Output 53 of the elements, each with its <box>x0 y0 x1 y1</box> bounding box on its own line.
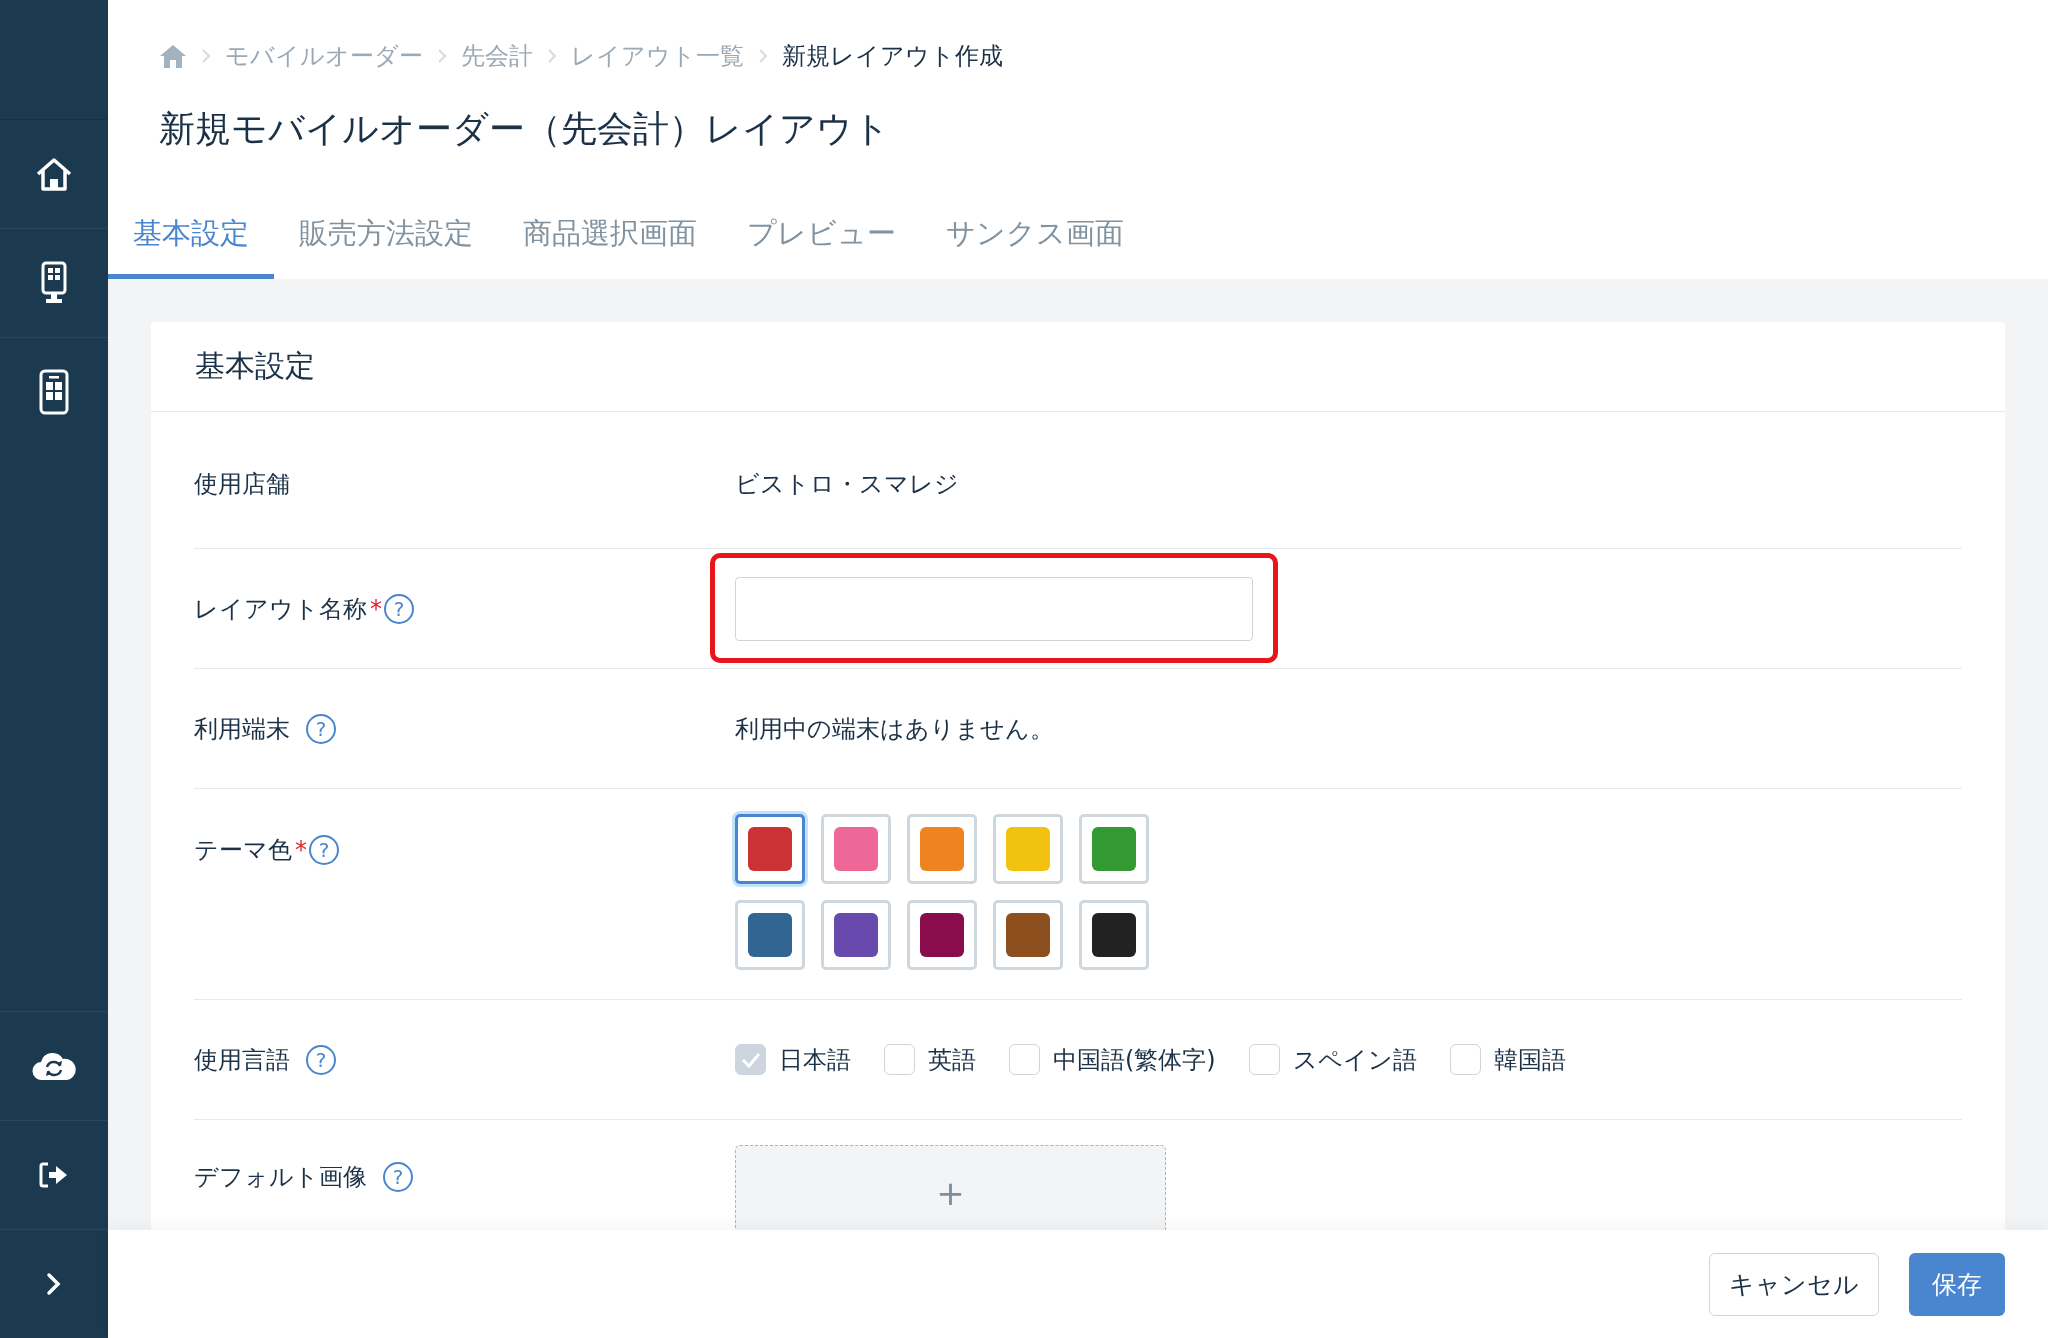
checkbox[interactable] <box>1248 1044 1280 1075</box>
cloud-sync-icon[interactable] <box>32 1051 76 1081</box>
page-title: 新規モバイルオーダー（先会計）レイアウト <box>158 107 891 151</box>
field-label: レイアウト名称 <box>194 593 367 625</box>
checkbox[interactable] <box>1009 1044 1040 1075</box>
checkbox-label: 日本語 <box>779 1044 851 1076</box>
breadcrumb-link[interactable]: 先会計 <box>461 40 533 72</box>
chevron-right-icon[interactable] <box>46 1272 62 1296</box>
breadcrumb-link[interactable]: レイアウト一覧 <box>571 40 744 72</box>
help-icon[interactable]: ? <box>384 593 414 624</box>
field-value: ビストロ・スマレジ <box>735 470 959 498</box>
logout-icon[interactable] <box>39 1162 69 1188</box>
tab[interactable]: プレビュー <box>722 184 921 279</box>
tab[interactable]: 商品選択画面 <box>498 184 722 279</box>
breadcrumb-link[interactable]: モバイルオーダー <box>225 40 423 72</box>
check-icon <box>739 1050 762 1069</box>
required-mark: * <box>295 836 307 864</box>
chevron-icon <box>437 48 447 64</box>
input-field[interactable] <box>735 576 1253 641</box>
kiosk-icon[interactable] <box>41 261 67 305</box>
help-icon[interactable]: ? <box>306 1044 336 1075</box>
tab[interactable]: 販売方法設定 <box>274 184 498 279</box>
save-button[interactable]: 保存 <box>1909 1252 2005 1316</box>
tab[interactable]: サンクス画面 <box>921 184 1149 279</box>
checkbox-label: 中国語(繁体字) <box>1053 1044 1216 1076</box>
checkbox[interactable] <box>1449 1044 1481 1075</box>
checkbox[interactable] <box>735 1044 766 1075</box>
card-title: 基本設定 <box>195 347 315 385</box>
field-label: 使用店舗 <box>194 469 290 500</box>
tablet-icon[interactable] <box>39 369 69 415</box>
field-label: テーマ色 <box>194 835 292 866</box>
checkbox-label: 韓国語 <box>1493 1044 1566 1076</box>
checkbox-label: スペイン語 <box>1292 1044 1417 1076</box>
image-upload-area[interactable]: + <box>735 1145 1166 1230</box>
help-icon[interactable]: ? <box>309 835 339 865</box>
tab[interactable]: 基本設定 <box>108 184 274 279</box>
checkbox-label: 英語 <box>928 1044 976 1076</box>
breadcrumb-current: 新規レイアウト作成 <box>782 41 1003 72</box>
checkbox[interactable] <box>884 1044 915 1075</box>
field-value: 利用中の端末はありません。 <box>735 713 1054 743</box>
chevron-icon <box>547 48 557 64</box>
required-mark: * <box>370 594 382 623</box>
chevron-icon <box>758 48 768 64</box>
help-icon[interactable]: ? <box>306 713 336 744</box>
field-label: デフォルト画像 <box>194 1162 367 1193</box>
color-swatch[interactable] <box>735 814 805 884</box>
help-icon[interactable]: ? <box>383 1162 413 1192</box>
add-icon: + <box>936 1176 965 1210</box>
field-label: 利用端末 <box>194 713 290 745</box>
chevron-icon <box>201 48 211 64</box>
home-icon[interactable] <box>34 156 74 192</box>
cancel-button[interactable]: キャンセル <box>1709 1252 1879 1316</box>
field-label: 使用言語 <box>194 1044 290 1076</box>
